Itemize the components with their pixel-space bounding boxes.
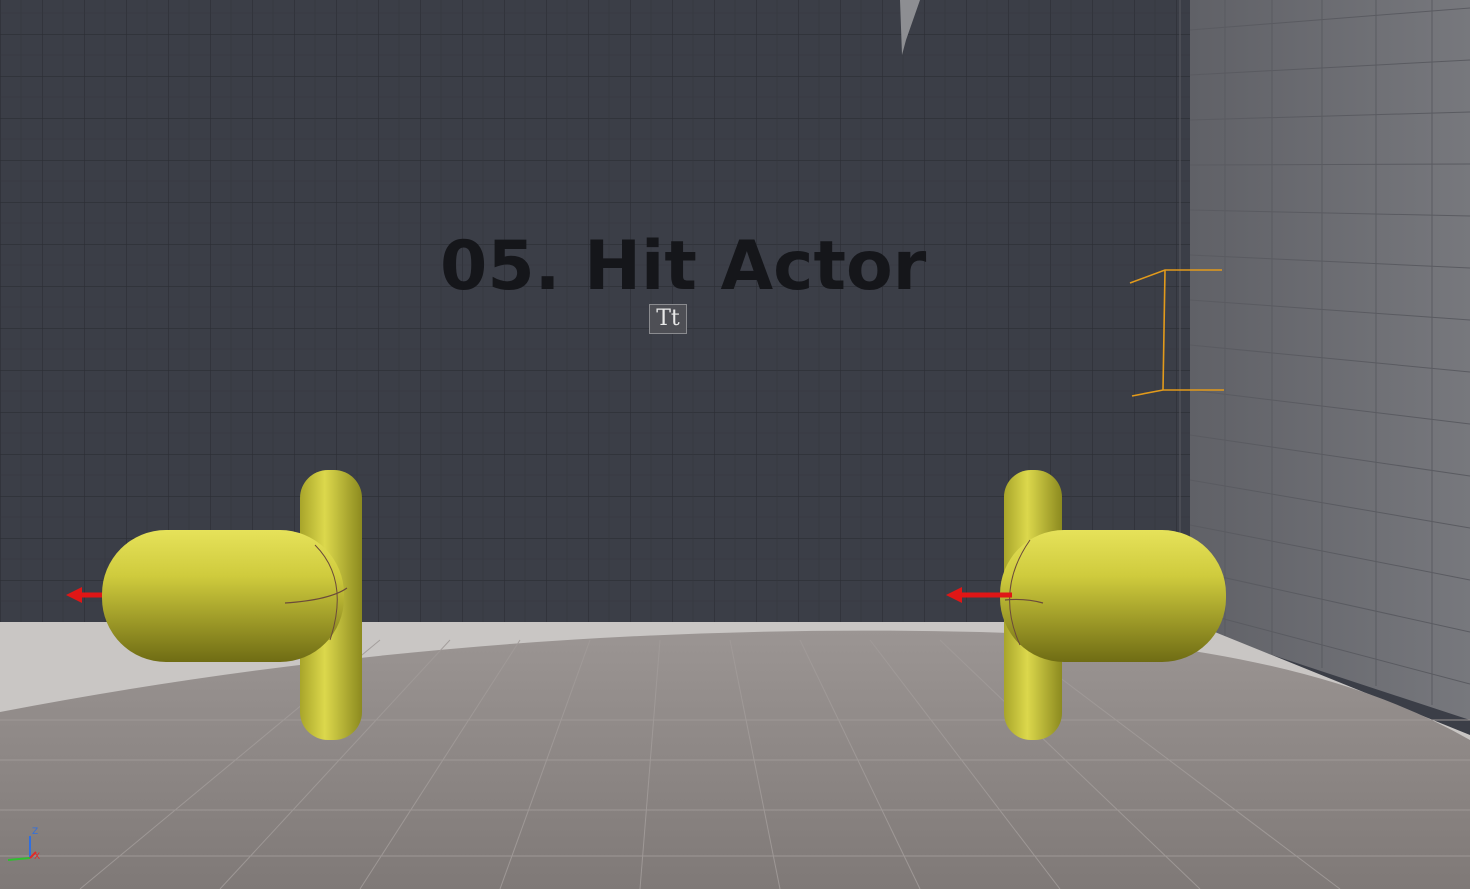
horizontal-capsule-left <box>102 530 344 662</box>
axis-z-label: Z <box>32 827 39 837</box>
viewport-scene[interactable] <box>0 0 1470 889</box>
horizontal-capsule-right <box>1000 530 1226 662</box>
axis-x-label: X <box>34 852 41 862</box>
text-render-title[interactable]: 05. Hit Actor <box>440 226 926 308</box>
text-render-icon[interactable]: Tt <box>649 304 687 334</box>
